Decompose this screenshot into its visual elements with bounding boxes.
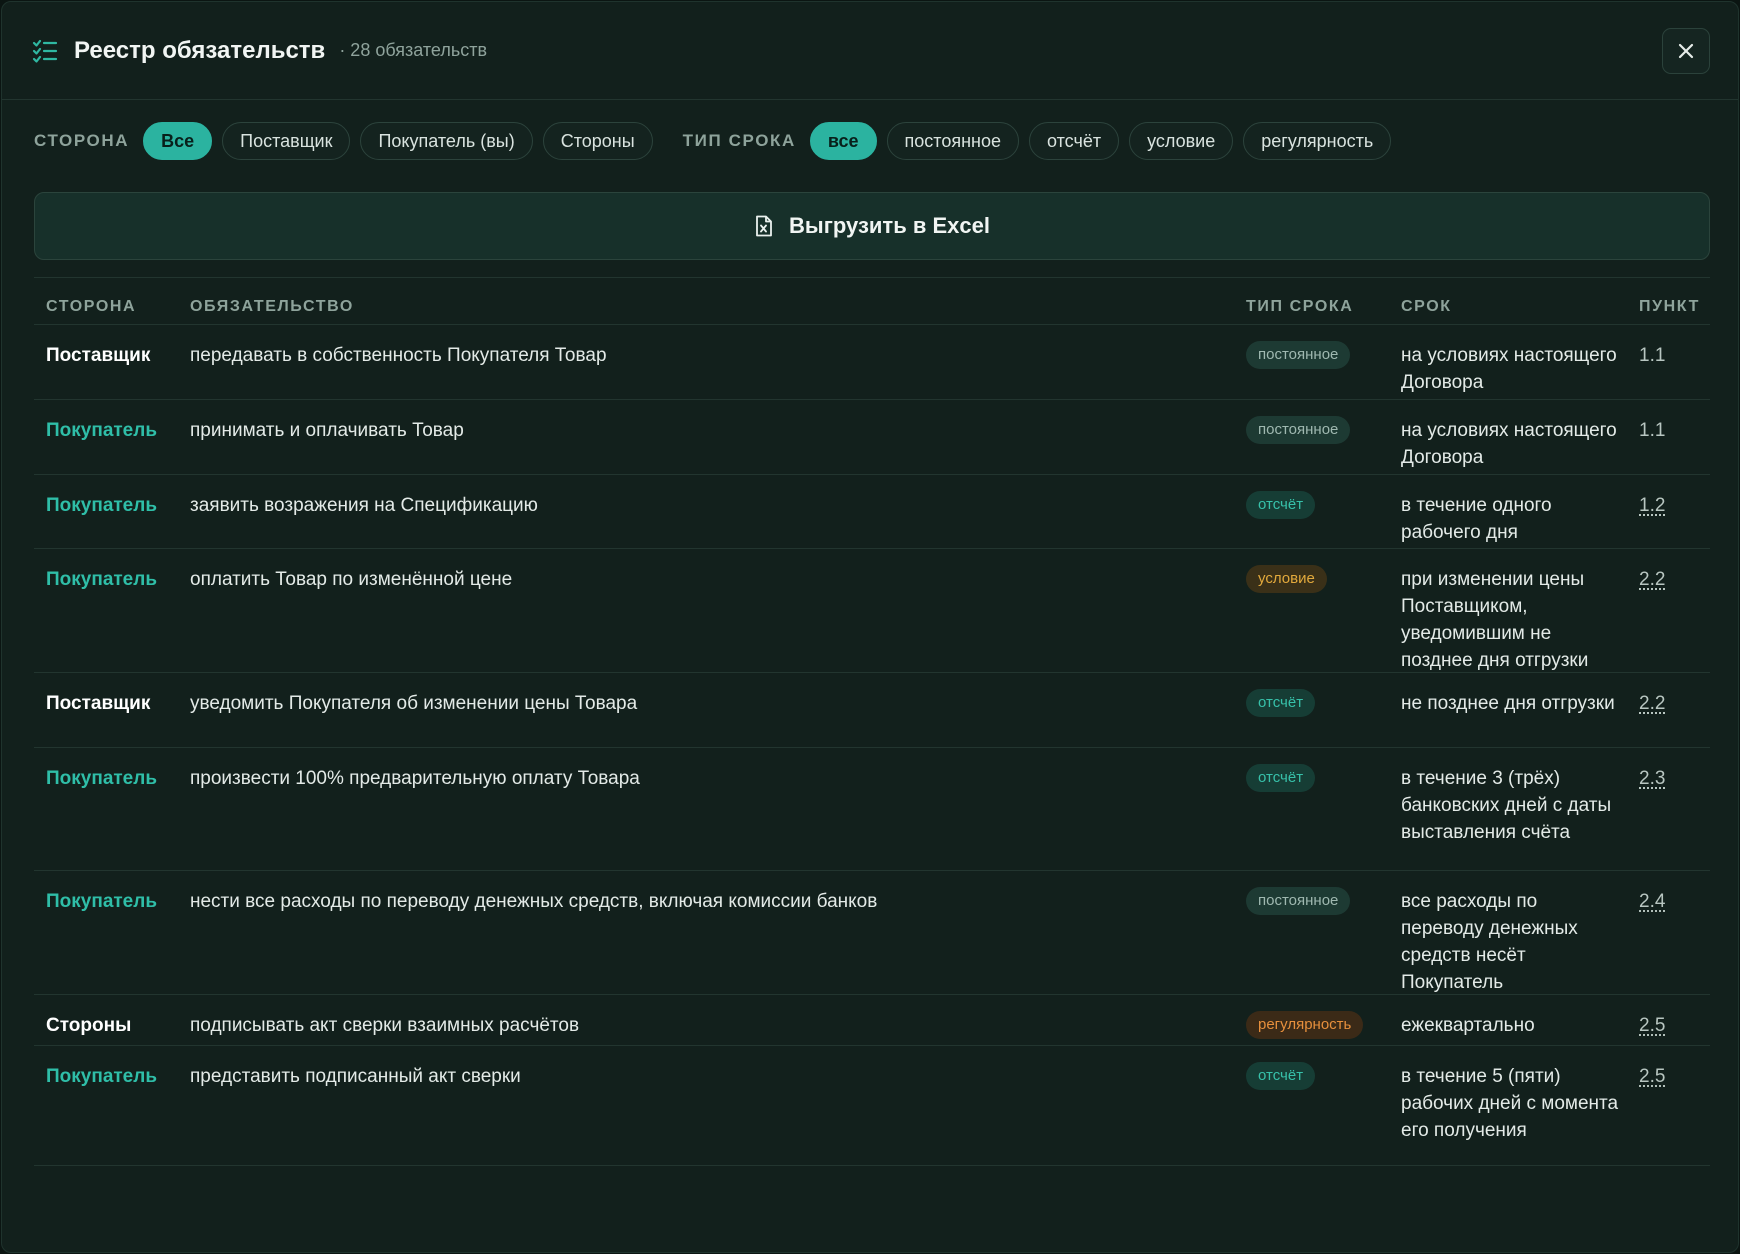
column-header-term-type: ТИП СРОКА	[1246, 298, 1354, 315]
term-cell: все расходы по переводу денежных средств…	[1401, 891, 1578, 993]
table-row: Покупатель заявить возражения на Специфик…	[34, 475, 1710, 549]
obligations-count: · 28 обязательств	[339, 40, 488, 60]
table-row: Поставщик передавать в собственность Поку…	[34, 325, 1710, 400]
dialog-header: Реестр обязательств · 28 обязательств	[2, 2, 1738, 100]
clause-link[interactable]: 1.2	[1639, 492, 1665, 519]
term-type-badge: отсчёт	[1246, 764, 1316, 792]
table-row: Поставщик уведомить Покупателя об изменен…	[34, 673, 1710, 748]
term-type-filter-chip[interactable]: все	[809, 122, 877, 160]
term-cell: в течение 3 (трёх) банковских дней с дат…	[1401, 768, 1612, 843]
term-cell: при изменении цены Поставщиком, уведомив…	[1401, 569, 1589, 671]
obligations-registry-dialog: Реестр обязательств · 28 обязательств СТ…	[1, 1, 1739, 1253]
table-row: Стороны подписывать акт сверки взаимных р…	[34, 995, 1710, 1046]
obligation-cell: произвести 100% предварительную оплату Т…	[190, 768, 640, 789]
clause-link[interactable]: 2.2	[1639, 566, 1665, 593]
party-filter-label: СТОРОНА	[34, 131, 130, 150]
obligation-cell: уведомить Покупателя об изменении цены Т…	[190, 693, 638, 714]
party-filter-chip[interactable]: Стороны	[542, 122, 653, 160]
filter-bar: СТОРОНА Все Поставщик Покупатель (вы) Сторо…	[34, 121, 1401, 161]
obligations-table: СТОРОНА ОБЯЗАТЕЛЬСТВО ТИП СРОКА СРОК ПУН…	[34, 278, 1710, 1166]
column-header-clause: ПУНКТ	[1639, 298, 1700, 315]
clause-link[interactable]: 2.3	[1639, 765, 1665, 792]
party-filter-chip[interactable]: Покупатель (вы)	[360, 122, 533, 160]
table-header: СТОРОНА ОБЯЗАТЕЛЬСТВО ТИП СРОКА СРОК ПУН…	[34, 278, 1710, 325]
term-cell: на условиях настоящего Договора	[1401, 345, 1617, 393]
term-type-badge: постоянное	[1246, 887, 1351, 915]
obligation-cell: заявить возражения на Спецификацию	[190, 495, 538, 516]
party-filter-chip[interactable]: Все	[143, 122, 213, 160]
table-row: Покупатель оплатить Товар по изменённой ц…	[34, 549, 1710, 673]
term-type-badge: постоянное	[1246, 416, 1351, 444]
column-header-term: СРОК	[1401, 298, 1452, 315]
clause-cell: 1.1	[1639, 345, 1666, 366]
clause-link[interactable]: 2.5	[1639, 1012, 1665, 1039]
table-row: Покупатель произвести 100% предварительну…	[34, 748, 1710, 871]
party-cell: Покупатель	[46, 1066, 158, 1087]
party-filter-chip[interactable]: Поставщик	[222, 122, 351, 160]
term-type-filter-chip[interactable]: отсчёт	[1028, 122, 1120, 160]
export-excel-button[interactable]: Выгрузить в Excel	[34, 192, 1710, 260]
party-cell: Покупатель	[46, 495, 158, 516]
obligation-cell: принимать и оплачивать Товар	[190, 420, 464, 441]
checklist-icon	[32, 39, 58, 63]
term-type-filter-chip[interactable]: регулярность	[1243, 122, 1392, 160]
clause-link[interactable]: 2.4	[1639, 888, 1665, 915]
clause-cell: 1.1	[1639, 420, 1666, 441]
table-row: Покупатель нести все расходы по переводу …	[34, 871, 1710, 995]
term-cell: ежеквартально	[1401, 1015, 1535, 1036]
obligation-cell: представить подписанный акт сверки	[190, 1066, 521, 1087]
term-cell: в течение одного рабочего дня	[1401, 495, 1552, 543]
party-cell: Стороны	[46, 1015, 132, 1036]
close-button[interactable]	[1662, 28, 1710, 74]
term-type-filter-chip[interactable]: условие	[1129, 122, 1234, 160]
term-type-badge: регулярность	[1246, 1011, 1364, 1039]
term-type-filter-chip[interactable]: постоянное	[886, 122, 1019, 160]
obligation-cell: передавать в собственность Покупателя То…	[190, 345, 607, 366]
clause-link[interactable]: 2.5	[1639, 1063, 1665, 1090]
close-icon	[1678, 43, 1694, 59]
column-header-obligation: ОБЯЗАТЕЛЬСТВО	[190, 298, 354, 315]
term-type-badge: отсчёт	[1246, 689, 1316, 717]
term-type-badge: постоянное	[1246, 341, 1351, 369]
party-cell: Поставщик	[46, 345, 151, 366]
term-type-badge: отсчёт	[1246, 1062, 1316, 1090]
term-type-badge: условие	[1246, 565, 1327, 593]
party-cell: Покупатель	[46, 569, 158, 590]
column-header-party: СТОРОНА	[46, 298, 137, 315]
table-body: Поставщик передавать в собственность Поку…	[34, 325, 1710, 1166]
term-cell: на условиях настоящего Договора	[1401, 420, 1617, 468]
obligation-cell: оплатить Товар по изменённой цене	[190, 569, 513, 590]
obligation-cell: нести все расходы по переводу денежных с…	[190, 891, 878, 912]
term-type-filter-label: ТИП СРОКА	[682, 131, 796, 150]
party-cell: Покупатель	[46, 768, 158, 789]
obligation-cell: подписывать акт сверки взаимных расчётов	[190, 1015, 580, 1036]
table-row: Покупатель представить подписанный акт св…	[34, 1046, 1710, 1166]
export-label: Выгрузить в Excel	[789, 213, 990, 238]
dialog-title: Реестр обязательств	[74, 36, 326, 64]
term-cell: не позднее дня отгрузки	[1401, 693, 1615, 714]
term-cell: в течение 5 (пяти) рабочих дней с момент…	[1401, 1066, 1619, 1141]
table-row: Покупатель принимать и оплачивать Товар по…	[34, 400, 1710, 475]
excel-file-icon	[756, 215, 772, 237]
party-cell: Покупатель	[46, 891, 158, 912]
party-cell: Поставщик	[46, 693, 151, 714]
term-type-badge: отсчёт	[1246, 491, 1316, 519]
clause-link[interactable]: 2.2	[1639, 690, 1665, 717]
party-cell: Покупатель	[46, 420, 158, 441]
